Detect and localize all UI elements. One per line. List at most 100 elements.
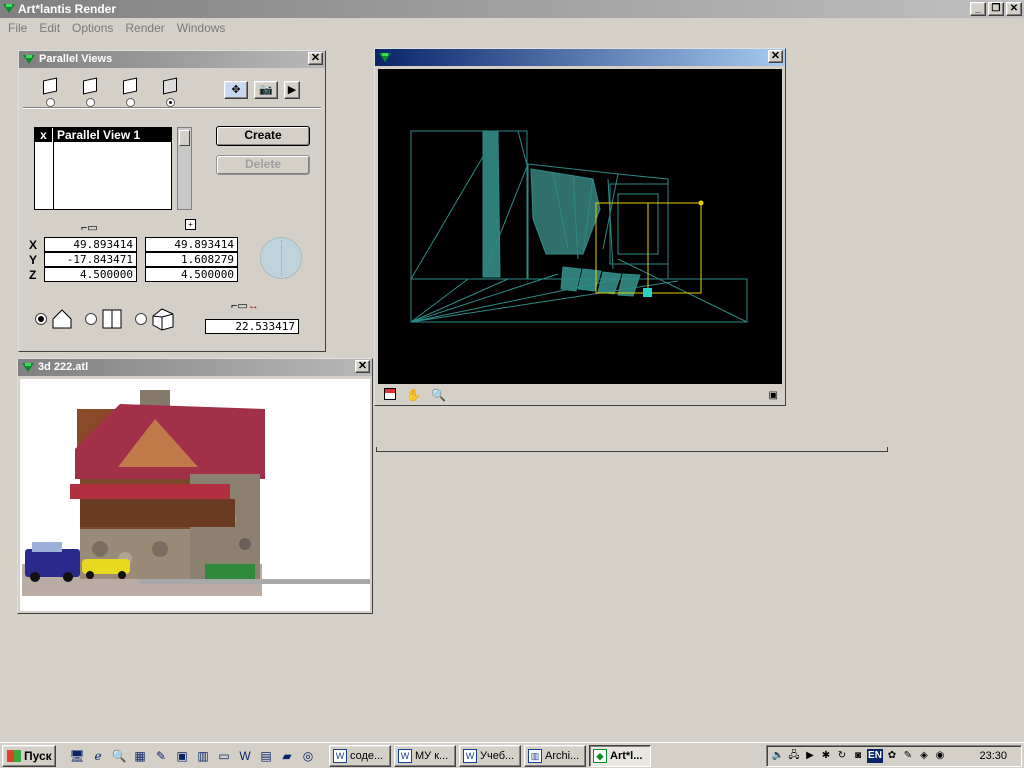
target-x-field[interactable]: 49.893414 [145,237,238,252]
target-z-field[interactable]: 4.500000 [145,267,238,282]
view-type-axo[interactable] [159,77,181,107]
mode-perspective[interactable] [135,307,175,331]
task-word-3[interactable]: W Учеб... [459,744,521,767]
list-item-selected[interactable]: x Parallel View 1 [35,128,171,142]
menu-render[interactable]: Render [119,18,170,38]
camera-x-field[interactable]: 49.893414 [44,237,137,252]
cube-view-icon[interactable] [384,387,396,403]
quicklaunch-desktop-icon[interactable]: 🖥 [68,747,86,765]
globe-tray-icon[interactable]: ◉ [933,749,947,763]
camera-z-field[interactable]: 4.500000 [44,267,137,282]
task-artlantis[interactable]: ◆ Art*l... [589,744,651,767]
shield-icon[interactable]: ◈ [917,749,931,763]
restore-button[interactable]: ❐ [988,2,1004,16]
menu-file[interactable]: File [2,18,33,38]
parallel-views-title: Parallel Views [39,53,113,65]
mode-section[interactable] [85,308,123,330]
bug-icon[interactable]: ✱ [819,749,833,763]
viewport-close-button[interactable]: ✕ [768,50,783,63]
quicklaunch-folder-icon[interactable]: ▰ [278,747,296,765]
start-label: Пуск [24,748,52,763]
mode-radio-section[interactable] [85,313,97,325]
axis-label-y: Y [29,252,38,267]
camera-tray-icon[interactable]: ◙ [851,749,865,763]
guide-line [376,447,888,452]
parallel-views-close-button[interactable]: ✕ [308,52,323,65]
view-type-radio-3[interactable] [125,98,135,107]
volume-icon[interactable]: 🔈 [771,749,785,763]
quicklaunch-monitor-icon[interactable]: ▭ [215,747,233,765]
word-icon: W [463,748,477,763]
view-type-selector [39,77,181,107]
camera-y-field[interactable]: -17.843471 [44,252,137,267]
view-type-front[interactable] [79,77,101,107]
wireframe-canvas[interactable] [378,69,782,384]
menu-windows[interactable]: Windows [171,18,232,38]
create-button[interactable]: Create [216,126,310,146]
coord-row-y: Y -17.843471 1.608279 [29,252,238,267]
atl-title-bar[interactable]: 3d 222.atl ✕ [18,359,372,376]
close-app-button[interactable]: ✕ [1006,2,1022,16]
quicklaunch-ie-icon[interactable]: ℯ [89,747,107,765]
start-button[interactable]: Пуск [2,744,56,767]
network-icon[interactable]: 🖧 [787,749,801,763]
camera-button[interactable]: 📷 [254,81,278,99]
mode-elevation[interactable] [35,308,73,330]
language-indicator[interactable]: EN [867,749,883,763]
quicklaunch-search-icon[interactable]: 🔍 [110,747,128,765]
play-icon: ▶ [287,84,297,96]
antivirus-icon[interactable]: ✿ [885,749,899,763]
parallel-views-title-bar[interactable]: Parallel Views ✕ [19,51,325,68]
wireframe-drawing [410,130,748,323]
distance-field[interactable]: 22.533417 [205,319,299,334]
play-button[interactable]: ▶ [284,81,300,99]
media-player-icon[interactable]: ▶ [803,749,817,763]
view-type-radio-4[interactable] [165,98,175,107]
cube-side-icon [123,77,137,95]
quicklaunch-pencil-icon[interactable]: ✎ [152,747,170,765]
hand-pan-icon[interactable]: ✋ [406,388,421,402]
parallel-views-palette: Parallel Views ✕ ✥ 📷 ▶ x Parallel View 1… [18,50,326,352]
task-word-1[interactable]: W соде... [329,744,391,767]
quicklaunch-archive-icon[interactable]: ▤ [257,747,275,765]
quicklaunch-image-icon[interactable]: ▣ [173,747,191,765]
views-list-scrollbar[interactable] [177,127,192,210]
list-item-check[interactable]: x [35,128,53,142]
target-y-field[interactable]: 1.608279 [145,252,238,267]
archicad-icon: ▥ [528,748,542,763]
quicklaunch-books-icon[interactable]: ▥ [194,747,212,765]
view-type-side[interactable] [119,77,141,107]
tools-icon[interactable]: ✎ [901,749,915,763]
resize-grip-icon[interactable]: ▣ [769,390,778,401]
menu-edit[interactable]: Edit [33,18,66,38]
axes-tool-button[interactable]: ✥ [224,81,248,99]
quicklaunch-calc-icon[interactable]: ▦ [131,747,149,765]
quicklaunch-globe-icon[interactable]: ◎ [299,747,317,765]
menu-options[interactable]: Options [66,18,119,38]
gem-icon [23,55,35,65]
zoom-magnifier-icon[interactable]: 🔍 [431,388,446,402]
atl-close-button[interactable]: ✕ [355,360,370,373]
section-icon [102,309,122,329]
artlantis-gem-icon [3,4,15,14]
artlantis-gem-icon: ◆ [593,748,607,763]
task-label: соде... [350,749,384,762]
refresh-icon[interactable]: ↻ [835,749,849,763]
view-type-top[interactable] [39,77,61,107]
view-type-radio-2[interactable] [85,98,95,107]
mode-radio-perspective[interactable] [135,313,147,325]
gem-icon [379,53,391,63]
menu-bar: File Edit Options Render Windows [0,18,1024,38]
viewport-title-bar[interactable]: ✕ [375,49,785,66]
render-preview [20,379,370,611]
delete-button[interactable]: Delete [216,155,310,175]
task-word-2[interactable]: W МУ к... [394,744,456,767]
view-type-radio-1[interactable] [45,98,55,107]
minimize-button[interactable]: _ [970,2,986,16]
scroll-thumb[interactable] [179,130,190,146]
navigation-dial[interactable] [260,237,302,279]
task-archicad[interactable]: ▥ Archi... [524,744,586,767]
mode-radio-elevation[interactable] [35,313,47,325]
quicklaunch-word-icon[interactable]: W [236,747,254,765]
views-list[interactable]: x Parallel View 1 [34,127,172,210]
